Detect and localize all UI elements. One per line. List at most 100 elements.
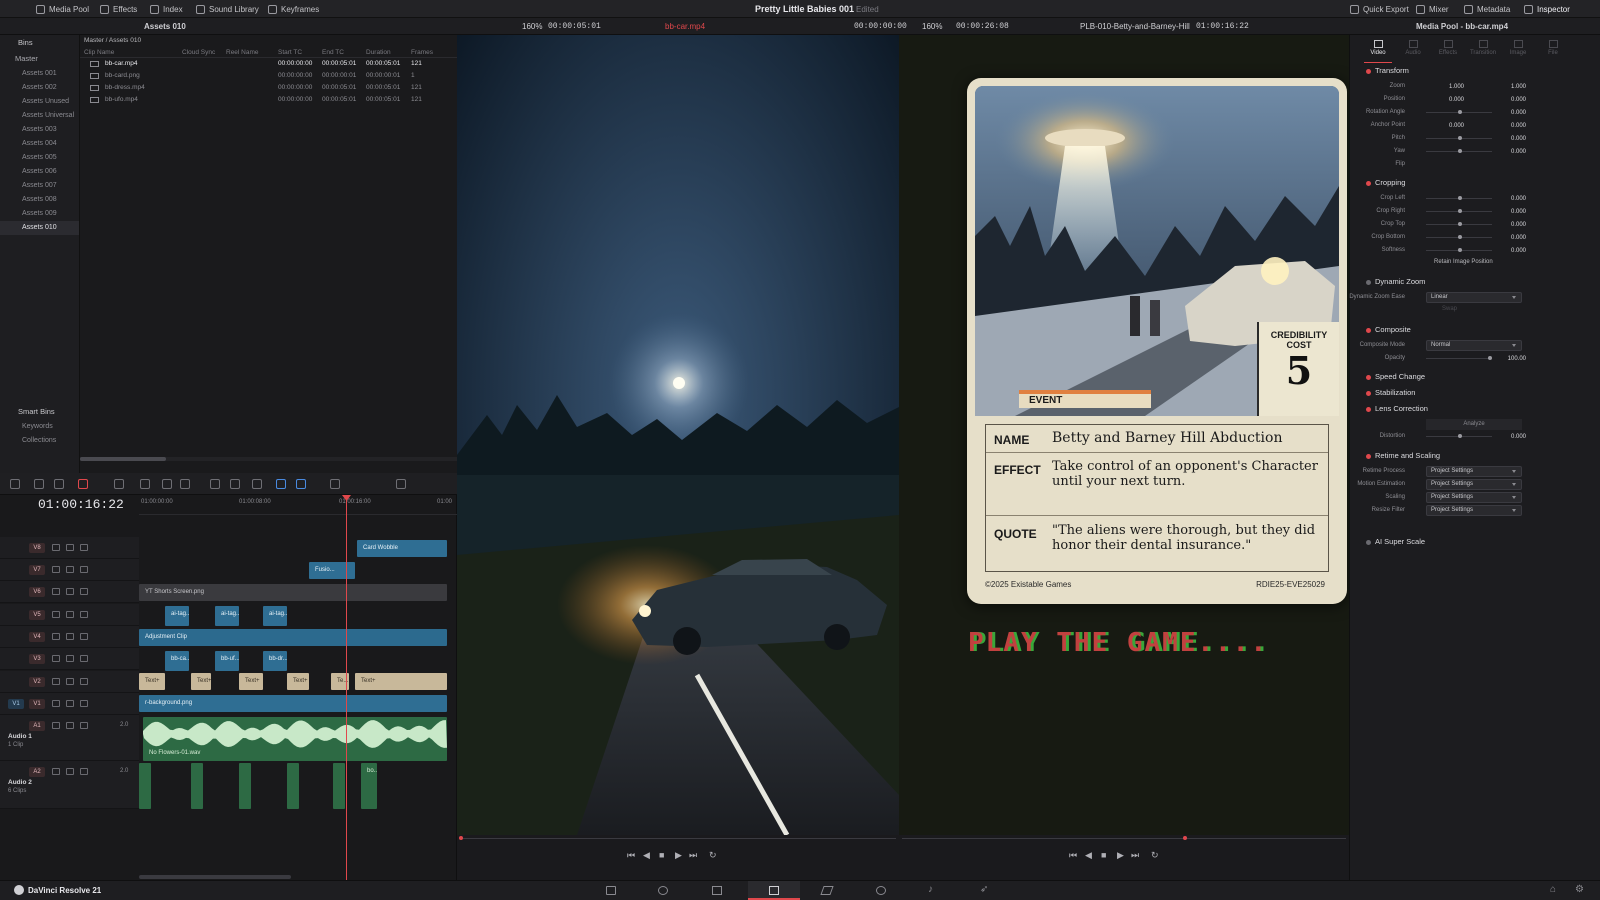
source-patch-v1[interactable]: V1 [8, 699, 24, 709]
monitor-icon[interactable] [80, 655, 88, 662]
deliver-page-icon[interactable]: ➶ [980, 884, 988, 895]
visibility-icon[interactable] [66, 678, 74, 685]
slider-knob[interactable] [1458, 196, 1462, 200]
play-icon[interactable]: ▶ [1117, 850, 1124, 861]
lock-icon[interactable] [52, 588, 60, 595]
visibility-icon[interactable] [66, 611, 74, 618]
analyze-button[interactable]: Analyze [1426, 419, 1522, 430]
motion-estimation-dropdown[interactable]: Project Settings [1426, 479, 1522, 490]
softness-value[interactable]: 0.000 [1492, 246, 1526, 256]
track-label[interactable]: A2 [29, 767, 45, 777]
sound-library-button[interactable]: Sound Library [196, 0, 259, 18]
source-playhead[interactable] [459, 836, 463, 840]
visibility-icon[interactable] [66, 722, 74, 729]
col-cloud-sync[interactable]: Cloud Sync [182, 47, 226, 57]
swap-button[interactable]: Swap [1442, 306, 1457, 312]
ai-super-scale-section[interactable]: AI Super Scale [1350, 537, 1600, 549]
active-page-tab[interactable] [748, 881, 800, 900]
retime-process-dropdown[interactable]: Project Settings [1426, 466, 1522, 477]
bin-item[interactable]: Assets 001 [0, 67, 79, 81]
yaw-slider[interactable] [1426, 149, 1492, 153]
track-header-v6[interactable]: V6 [0, 581, 139, 603]
clip-fusion[interactable]: Fusio... [309, 562, 355, 579]
media-pool-button[interactable]: Media Pool [36, 0, 89, 18]
media-page-icon[interactable] [606, 886, 616, 895]
monitor-icon[interactable] [80, 566, 88, 573]
clip-row[interactable]: bb-card.png 00:00:00:00 00:00:00:01 00:00:0… [80, 70, 457, 82]
slider-knob[interactable] [1458, 248, 1462, 252]
go-to-start-icon[interactable]: ⏮ [1069, 850, 1077, 861]
resize-filter-dropdown[interactable]: Project Settings [1426, 505, 1522, 516]
audio-icon[interactable] [54, 479, 64, 489]
home-icon[interactable]: ⌂ [1550, 884, 1556, 895]
loop-icon[interactable]: ↻ [709, 850, 717, 861]
clip-audio-2[interactable]: bo... [361, 763, 377, 809]
distortion-value[interactable]: 0.000 [1492, 432, 1526, 442]
effects-button[interactable]: Effects [100, 0, 137, 18]
track-header-a1[interactable]: A1 Audio 1 1 Clip 2.0 [0, 715, 139, 761]
anchor-point-x-value[interactable]: 0.000 [1430, 121, 1464, 131]
opacity-slider[interactable] [1426, 356, 1492, 360]
source-scrubber[interactable] [460, 838, 896, 839]
clip-background[interactable]: r-background.png [139, 695, 447, 712]
track-header-v4[interactable]: V4 [0, 626, 139, 648]
inspector-tab-video[interactable]: Video [1364, 37, 1392, 63]
opacity-value[interactable]: 100.00 [1492, 354, 1526, 364]
slider-knob[interactable] [1458, 110, 1462, 114]
pitch-slider[interactable] [1426, 136, 1492, 140]
horizontal-scrollbar[interactable] [80, 457, 457, 461]
lock-icon[interactable] [52, 768, 60, 775]
bin-item[interactable]: Assets Unused [0, 95, 79, 109]
bin-item[interactable]: Assets 004 [0, 137, 79, 151]
clip-row[interactable]: bb-car.mp4 00:00:00:00 00:00:05:01 00:00:05… [80, 58, 457, 70]
anchor-point-value[interactable]: 0.000 [1492, 121, 1526, 131]
track-header-v8[interactable]: V8 [0, 537, 139, 559]
rotation-value[interactable]: 0.000 [1492, 108, 1526, 118]
clip-audio-2[interactable] [139, 763, 151, 809]
monitor-icon[interactable] [80, 678, 88, 685]
track-label[interactable]: V2 [29, 677, 45, 687]
clip-bb-ufo[interactable]: bb-uf... [215, 651, 239, 671]
step-back-icon[interactable]: ◀ [1085, 850, 1092, 861]
softness-slider[interactable] [1426, 248, 1492, 252]
rotation-slider[interactable] [1426, 110, 1492, 114]
col-clip-name[interactable]: Clip Name [80, 47, 182, 57]
inspector-tab-effects[interactable]: Effects [1434, 37, 1462, 63]
yaw-value[interactable]: 0.000 [1492, 147, 1526, 157]
timeline-name[interactable]: PLB-010-Betty-and-Barney-Hill [1080, 18, 1190, 35]
track-header-v5[interactable]: V5 [0, 604, 139, 626]
stop-icon[interactable]: ■ [1101, 850, 1106, 860]
retain-image-position-checkbox[interactable]: Retain Image Position [1434, 259, 1493, 265]
crop-bottom-slider[interactable] [1426, 235, 1492, 239]
slider-knob[interactable] [1458, 136, 1462, 140]
scaling-dropdown[interactable]: Project Settings [1426, 492, 1522, 503]
edit-page-icon[interactable] [712, 886, 722, 895]
col-reel-name[interactable]: Reel Name [226, 47, 278, 57]
keyframes-button[interactable]: Keyframes [268, 0, 319, 18]
crop-top-slider[interactable] [1426, 222, 1492, 226]
visibility-icon[interactable] [66, 655, 74, 662]
bin-item[interactable]: Assets 010 [0, 221, 79, 235]
go-to-end-icon[interactable]: ⏭ [1131, 850, 1139, 861]
visibility-icon[interactable] [66, 544, 74, 551]
speed-change-section[interactable]: Speed Change [1350, 372, 1600, 384]
loop-icon[interactable]: ↻ [1151, 850, 1159, 861]
trim-tool-icon[interactable] [114, 479, 124, 489]
clip-yt-shorts[interactable]: YT Shorts Screen.png [139, 584, 447, 601]
crop-right-value[interactable]: 0.000 [1492, 207, 1526, 217]
clip-ai-tag[interactable]: ai-tag... [215, 606, 239, 626]
lens-correction-section[interactable]: Lens Correction [1350, 404, 1600, 416]
clip-adjustment[interactable]: Adjustment Clip [139, 629, 447, 646]
clip-text-plus[interactable]: Text+ [287, 673, 309, 690]
track-label[interactable]: A1 [29, 721, 45, 731]
stop-icon[interactable]: ■ [659, 850, 664, 860]
slider-knob[interactable] [1458, 434, 1462, 438]
transform-section[interactable]: Transform [1350, 66, 1600, 78]
inspector-tab-audio[interactable]: Audio [1399, 37, 1427, 63]
visibility-icon[interactable] [66, 700, 74, 707]
enable-toggle-icon[interactable] [1366, 181, 1371, 186]
clip-bb-dress[interactable]: bb-dr... [263, 651, 287, 671]
clip-audio-1[interactable]: No Flowers-01.wav [143, 717, 447, 761]
cropping-section[interactable]: Cropping [1350, 178, 1600, 190]
slider-knob[interactable] [1458, 235, 1462, 239]
